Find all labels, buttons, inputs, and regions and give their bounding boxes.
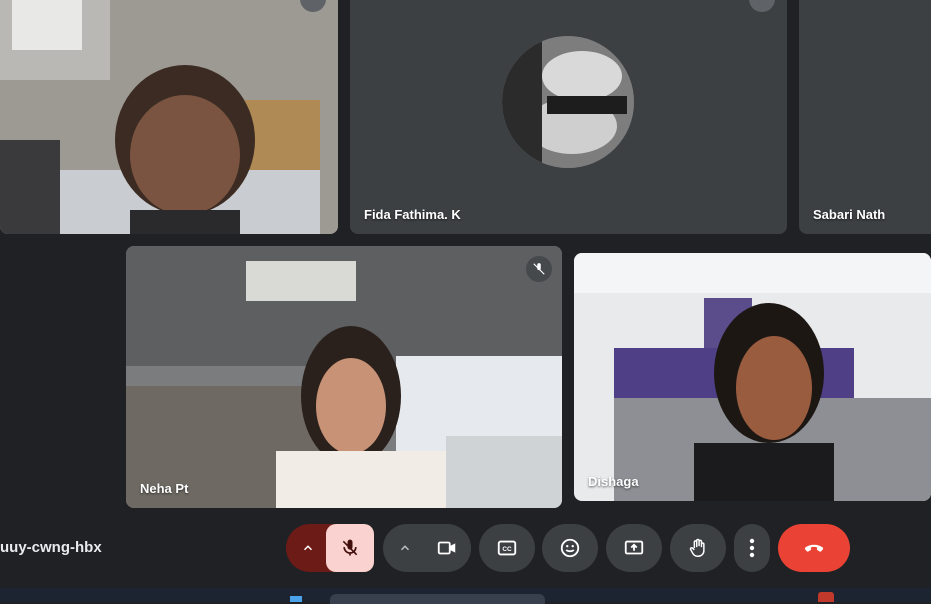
emoji-icon bbox=[560, 538, 580, 558]
os-taskbar bbox=[0, 588, 931, 604]
participant-tile-4[interactable]: Neha Pt bbox=[126, 246, 562, 508]
tile-options-button[interactable] bbox=[749, 0, 775, 12]
participant-name: Fida Fathima. K bbox=[364, 207, 461, 222]
present-screen-icon bbox=[624, 540, 644, 555]
mic-toggle-button[interactable] bbox=[326, 524, 374, 572]
closed-caption-icon: CC bbox=[497, 540, 517, 556]
taskbar-app-icon[interactable] bbox=[818, 592, 834, 602]
meeting-code: uuy-cwng-hbx bbox=[0, 539, 102, 556]
camera-toggle-button[interactable] bbox=[423, 524, 471, 572]
more-options-button[interactable] bbox=[734, 524, 770, 572]
call-end-icon bbox=[804, 544, 824, 552]
raise-hand-button[interactable] bbox=[670, 524, 726, 572]
camera-control-group bbox=[383, 524, 471, 572]
start-icon[interactable] bbox=[290, 596, 302, 602]
participant-tile-3[interactable]: Sabari Nath bbox=[799, 0, 931, 234]
svg-text:CC: CC bbox=[502, 546, 512, 553]
participant-tile-5[interactable]: Dishaga bbox=[574, 253, 931, 501]
participant-name: Sabari Nath bbox=[813, 207, 886, 222]
participant-video bbox=[574, 253, 931, 501]
participant-video bbox=[0, 0, 338, 234]
video-options-button[interactable] bbox=[383, 524, 427, 572]
videocam-icon bbox=[437, 541, 456, 555]
audio-options-button[interactable] bbox=[286, 524, 330, 572]
participant-avatar bbox=[502, 36, 634, 168]
participant-tile-1[interactable] bbox=[0, 0, 338, 234]
participant-tile-2[interactable]: Fida Fathima. K bbox=[350, 0, 787, 234]
captions-button[interactable]: CC bbox=[479, 524, 535, 572]
reactions-button[interactable] bbox=[542, 524, 598, 572]
mic-off-icon bbox=[526, 256, 552, 282]
more-vert-icon bbox=[749, 538, 755, 558]
taskbar-search[interactable] bbox=[330, 594, 545, 604]
end-call-button[interactable] bbox=[778, 524, 850, 572]
chevron-up-icon bbox=[303, 545, 313, 551]
mic-control-group bbox=[286, 524, 374, 572]
mic-off-icon bbox=[342, 539, 358, 556]
raise-hand-icon bbox=[689, 538, 705, 557]
participant-name: Dishaga bbox=[588, 474, 639, 489]
participant-name: Neha Pt bbox=[140, 481, 189, 496]
chevron-up-icon bbox=[400, 545, 410, 551]
present-button[interactable] bbox=[606, 524, 662, 572]
participant-video bbox=[126, 246, 562, 508]
